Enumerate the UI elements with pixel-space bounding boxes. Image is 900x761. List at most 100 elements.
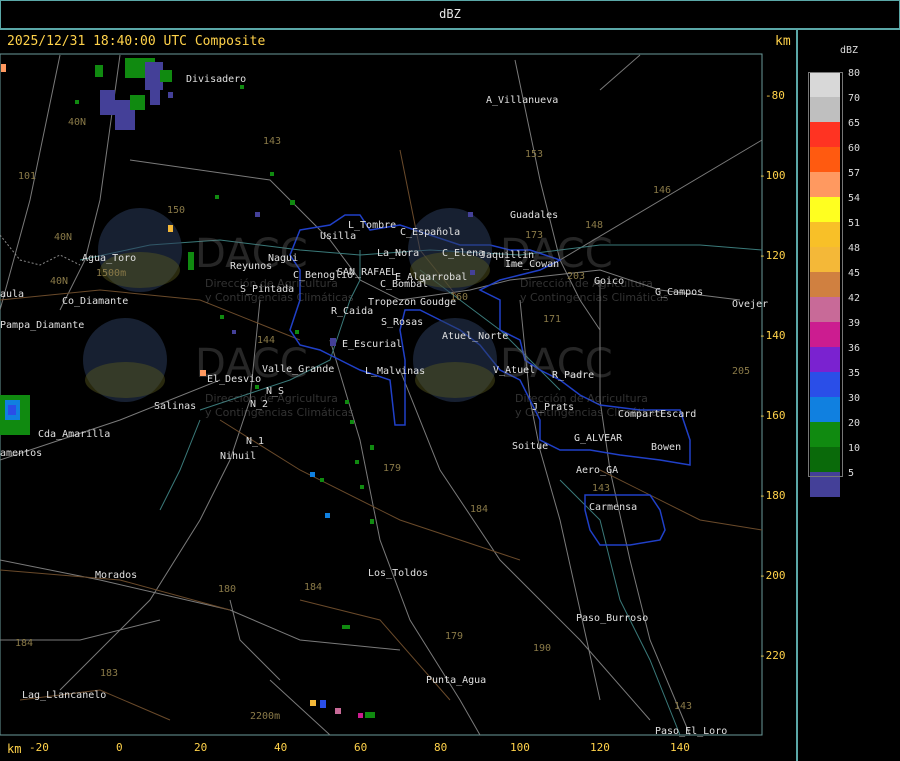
legend-label: 42 — [848, 293, 861, 304]
svg-text:143: 143 — [674, 701, 692, 712]
place-label: V_Atuel — [493, 365, 535, 376]
place-label: Carmensa — [589, 502, 637, 513]
x-tick-label: 40 — [274, 741, 287, 754]
svg-text:203: 203 — [567, 271, 585, 282]
legend-frame — [808, 72, 843, 477]
place-label: Ovejer — [732, 299, 768, 310]
place-label: A_Villanueva — [486, 95, 558, 106]
place-label: J_Prats — [532, 402, 574, 413]
x-tick-label: 100 — [510, 741, 530, 754]
legend-label: 51 — [848, 218, 861, 229]
svg-text:150: 150 — [167, 205, 185, 216]
place-label: N_1 — [246, 436, 264, 447]
rivers — [79, 239, 763, 736]
place-label: Tropezon — [368, 297, 416, 308]
place-label: Punta_Agua — [426, 675, 486, 686]
place-label: S_Pintada — [240, 284, 294, 295]
legend-label: 5 — [848, 468, 855, 479]
place-label: Guadales — [510, 210, 558, 221]
place-label: N_2 — [250, 399, 268, 410]
svg-text:153: 153 — [525, 149, 543, 160]
place-label: Soitue — [512, 441, 548, 452]
radar-map[interactable]: DACC Dirección de Agricultura y Continge… — [0, 0, 900, 761]
legend-label: 70 — [848, 93, 861, 104]
y-tick-label: -180 — [759, 489, 786, 502]
svg-text:40N: 40N — [68, 117, 86, 128]
place-label: aula — [0, 289, 24, 300]
legend-label: 45 — [848, 268, 861, 279]
y-tick-label: -120 — [759, 249, 786, 262]
svg-text:101: 101 — [18, 171, 36, 182]
place-label: Nagui — [268, 253, 298, 264]
svg-text:179: 179 — [445, 631, 463, 642]
watermark-line2-2: y Contingencias Climáticas — [520, 291, 669, 304]
place-label: La_Nora — [377, 248, 419, 259]
place-label: N_S — [266, 386, 284, 397]
svg-text:144: 144 — [257, 335, 275, 346]
legend-label: 39 — [848, 318, 861, 329]
svg-text:184: 184 — [470, 504, 488, 515]
svg-text:184: 184 — [304, 582, 322, 593]
place-label: Paso_El_Loro — [655, 726, 727, 737]
y-tick-label: -140 — [759, 329, 786, 342]
place-label: CompartEscard — [618, 409, 696, 420]
place-label: Salinas — [154, 401, 196, 412]
x-unit-label: km — [7, 742, 22, 756]
svg-text:205: 205 — [732, 366, 750, 377]
place-label: Morados — [95, 570, 137, 581]
x-tick-label: 0 — [116, 741, 123, 754]
place-label: L_Malvinas — [365, 366, 425, 377]
svg-text:146: 146 — [653, 185, 671, 196]
y-axis: -80 -100 -120 -140 -160 -180 -200 -220 — [759, 89, 786, 662]
x-tick-label: 60 — [354, 741, 367, 754]
x-tick-label: 20 — [194, 741, 207, 754]
place-label: El_Desvio — [207, 374, 261, 385]
x-tick-label: -20 — [29, 741, 49, 754]
y-tick-label: -200 — [759, 569, 786, 582]
place-label: Ime_Cowan — [505, 259, 559, 270]
watermark: DACC Dirección de Agricultura y Continge… — [83, 208, 669, 419]
place-label: G_Campos — [655, 287, 703, 298]
place-label: Divisadero — [186, 74, 246, 85]
place-label: amentos — [0, 448, 42, 459]
legend-label: 48 — [848, 243, 861, 254]
x-axis: -20 0 20 40 60 80 100 120 140 — [29, 741, 690, 754]
svg-text:160: 160 — [450, 292, 468, 303]
svg-text:173: 173 — [525, 230, 543, 241]
place-label: Paso_Burroso — [576, 613, 648, 624]
place-label: L_Tombre — [348, 220, 396, 231]
legend-label: 65 — [848, 118, 861, 129]
x-tick-label: 140 — [670, 741, 690, 754]
svg-text:171: 171 — [543, 314, 561, 325]
svg-text:40N: 40N — [54, 232, 72, 243]
svg-text:148: 148 — [585, 220, 603, 231]
y-tick-label: -100 — [759, 169, 786, 182]
place-label: Lag_Llancanelo — [22, 690, 106, 701]
x-tick-label: 120 — [590, 741, 610, 754]
svg-text:180: 180 — [218, 584, 236, 595]
timestamp: 2025/12/31 18:40:00 UTC Composite — [7, 34, 266, 49]
place-label: SAN_RAFAEL — [337, 267, 397, 278]
place-label: C_Elena — [442, 248, 484, 259]
elevation-label: 2200m — [250, 711, 280, 722]
y-tick-label: -80 — [765, 89, 785, 102]
svg-text:190: 190 — [533, 643, 551, 654]
legend-label: 36 — [848, 343, 861, 354]
svg-text:40N: 40N — [50, 276, 68, 287]
place-label: G_ALVEAR — [574, 433, 623, 444]
svg-text:179: 179 — [383, 463, 401, 474]
place-label: Valle_Grande — [262, 364, 334, 375]
radar-echoes — [0, 58, 475, 718]
legend-label: 60 — [848, 143, 861, 154]
y-tick-label: -160 — [759, 409, 786, 422]
place-label: S_Rosas — [381, 317, 423, 328]
legend-label: 54 — [848, 193, 861, 204]
place-label: C_Española — [400, 227, 460, 238]
legend-label: 80 — [848, 68, 861, 79]
legend-label: 57 — [848, 168, 861, 179]
place-label: Goico — [594, 276, 624, 287]
place-label: Los_Toldos — [368, 568, 428, 579]
place-label: E_Escurial — [342, 339, 402, 350]
legend-title: dBZ — [840, 45, 859, 56]
watermark-line2-3: y Contingencias Climáticas — [205, 406, 354, 419]
